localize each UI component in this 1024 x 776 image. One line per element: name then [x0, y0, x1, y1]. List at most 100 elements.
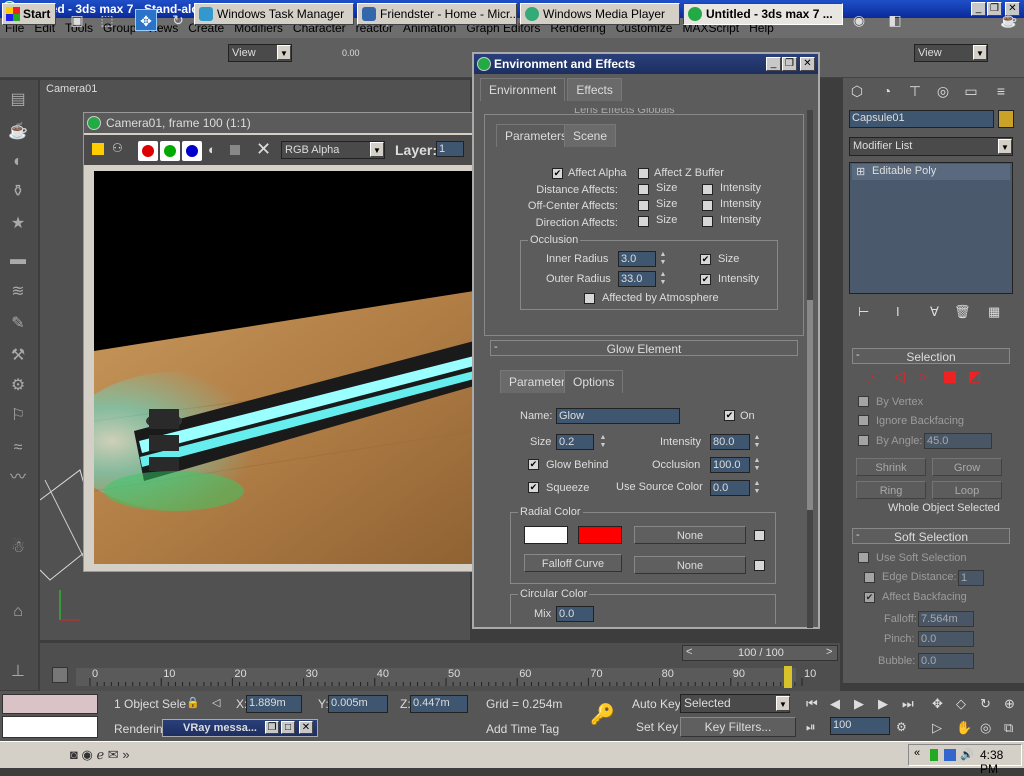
soft-selection-rollout-header[interactable]: Soft Selection	[852, 528, 1010, 544]
object-name-field[interactable]: Capsule01	[849, 110, 994, 128]
walkthrough-icon[interactable]: ◎	[980, 720, 991, 736]
spinner-arrows-icon[interactable]: ▲ ▼	[752, 480, 762, 496]
object-color-swatch[interactable]	[998, 110, 1014, 128]
motion-tab-icon[interactable]: ◎	[932, 80, 954, 102]
falloff-spinner[interactable]: 7.564m	[918, 611, 974, 627]
spinner-arrows-icon[interactable]: ▲ ▼	[752, 434, 762, 450]
environment-effects-dialog[interactable]: Environment and Effects _ ❐ ✕ Environmen…	[472, 52, 820, 629]
distance-size-checkbox[interactable]	[638, 184, 649, 195]
quick-render-icon[interactable]: ☕	[998, 9, 1020, 31]
task-3ds-max[interactable]: Untitled - 3ds max 7 ...	[683, 3, 843, 25]
chevron-down-icon[interactable]: ▼	[998, 139, 1012, 154]
ie-icon[interactable]: ℯ	[96, 747, 104, 762]
close-button[interactable]: ✕	[299, 721, 313, 734]
biped-icon[interactable]: ☃	[6, 536, 30, 560]
auto-key-button[interactable]: Auto Key	[632, 697, 681, 711]
loop-button[interactable]: Loop	[932, 481, 1002, 499]
affected-atmosphere-checkbox[interactable]	[584, 293, 595, 304]
save-icon[interactable]	[92, 143, 104, 155]
mix-spinner[interactable]: 0.0	[556, 606, 594, 622]
desktop-icon[interactable]: ◙	[70, 747, 78, 762]
media-icon[interactable]: ◉	[81, 747, 92, 762]
affect-backfacing-checkbox[interactable]	[864, 592, 875, 603]
gear-icon[interactable]: ⚙	[6, 374, 30, 398]
edge-subobject-icon[interactable]: ◁	[894, 368, 905, 385]
start-button[interactable]: Start	[2, 3, 56, 25]
add-time-tag-button[interactable]: Add Time Tag	[486, 722, 559, 736]
outlook-icon[interactable]: ✉	[108, 747, 119, 762]
offcenter-size-checkbox[interactable]	[638, 200, 649, 211]
teapot-icon[interactable]: ☕	[6, 120, 30, 144]
next-frame-icon[interactable]: ▶	[878, 696, 888, 712]
distance-intensity-checkbox[interactable]	[702, 184, 713, 195]
element-subobject-icon[interactable]: ◩	[968, 368, 981, 385]
maximize-button[interactable]: ❐	[782, 57, 797, 71]
create-geometry-icon[interactable]: ▤	[6, 88, 30, 112]
spinner-arrows-icon[interactable]: ▲ ▼	[752, 457, 762, 473]
cylinder-icon[interactable]: ≋	[6, 280, 30, 304]
scrollbar[interactable]	[807, 110, 813, 628]
pan-icon[interactable]: ✥	[932, 696, 943, 712]
glow-on-checkbox[interactable]	[724, 410, 735, 421]
by-angle-spinner[interactable]: 45.0	[924, 433, 992, 449]
edge-distance-checkbox[interactable]	[864, 572, 875, 583]
move-icon[interactable]: ✥	[135, 9, 157, 31]
door-icon[interactable]: ⌂	[6, 600, 30, 624]
edge-distance-spinner[interactable]: 1	[958, 570, 984, 586]
region-select-icon[interactable]: ▣	[66, 9, 88, 31]
offcenter-intensity-checkbox[interactable]	[702, 200, 713, 211]
use-soft-selection-checkbox[interactable]	[858, 552, 869, 563]
squeeze-checkbox[interactable]	[528, 482, 539, 493]
box-icon[interactable]: ▬	[6, 248, 30, 272]
chevron-down-icon[interactable]: ▼	[776, 696, 790, 711]
volume-icon[interactable]: 🔊	[960, 748, 974, 761]
tray-icon-green[interactable]	[930, 749, 938, 761]
y-coord-field[interactable]: 0.005m	[328, 695, 388, 713]
go-to-start-icon[interactable]: ⏮	[806, 696, 818, 712]
radial-map-checkbox[interactable]	[754, 530, 765, 541]
pen-icon[interactable]: ✎	[6, 312, 30, 336]
sphere-icon[interactable]: ◐	[6, 150, 30, 174]
time-config-icon[interactable]: ⚙	[896, 720, 907, 734]
radial-color-red-swatch[interactable]	[578, 526, 622, 544]
glow-name-field[interactable]: Glow	[556, 408, 680, 424]
clear-icon[interactable]: ✕	[256, 139, 271, 160]
display-tab-icon[interactable]: ▭	[960, 80, 982, 102]
modify-tab-icon[interactable]: ◔	[876, 80, 898, 102]
glow-element-rollout-header[interactable]: Glow Element	[490, 340, 798, 356]
light-icon[interactable]: ⚱	[6, 180, 30, 204]
spinner-arrows-icon[interactable]: ▲ ▼	[658, 251, 668, 267]
alpha-icon[interactable]: ◐	[208, 142, 216, 157]
go-to-end-icon[interactable]: ⏭	[902, 696, 914, 712]
minimize-button[interactable]: _	[971, 2, 986, 16]
lock-icon[interactable]: 🔒	[186, 696, 200, 709]
occlusion-intensity-checkbox[interactable]	[700, 274, 711, 285]
maximize-viewport-icon[interactable]: ⧉	[1004, 720, 1013, 736]
x-coord-field[interactable]: 1.889m	[246, 695, 302, 713]
by-vertex-checkbox[interactable]	[858, 396, 869, 407]
hand-pan-icon[interactable]: ✋	[956, 720, 972, 736]
remove-modifier-icon[interactable]: 🗑	[954, 304, 971, 320]
task-windows-task-manager[interactable]: Windows Task Manager	[194, 3, 354, 25]
glow-behind-checkbox[interactable]	[528, 459, 539, 470]
vertex-subobject-icon[interactable]: ⋰	[866, 368, 880, 385]
spinner-arrows-icon[interactable]: ▲ ▼	[598, 434, 608, 450]
fov-icon[interactable]: ⊕	[1004, 696, 1015, 712]
border-subobject-icon[interactable]: ○	[918, 368, 926, 384]
make-unique-icon[interactable]: ∀	[930, 304, 939, 320]
outer-radius-spinner[interactable]: 33.0	[618, 271, 656, 287]
key-mode-dropdown[interactable]: Selected	[680, 694, 790, 713]
current-frame-field[interactable]: 100	[830, 717, 890, 735]
set-key-button[interactable]: Set Key	[636, 720, 678, 734]
radial-map-button[interactable]: None	[634, 526, 746, 544]
configure-sets-icon[interactable]: ▦	[988, 304, 1000, 320]
pin-stack-icon[interactable]: ⊢	[858, 304, 869, 320]
time-slider-prev-icon[interactable]: <	[686, 646, 692, 658]
use-source-color-spinner[interactable]: 0.0	[710, 480, 750, 496]
truck-icon[interactable]: ▷	[932, 720, 942, 736]
affect-z-checkbox[interactable]	[638, 168, 649, 179]
expand-icon[interactable]: ⊞	[856, 165, 865, 178]
shrink-button[interactable]: Shrink	[856, 458, 926, 476]
transform-mode-icon[interactable]: ◁	[212, 696, 220, 709]
affect-alpha-checkbox[interactable]	[552, 168, 563, 179]
